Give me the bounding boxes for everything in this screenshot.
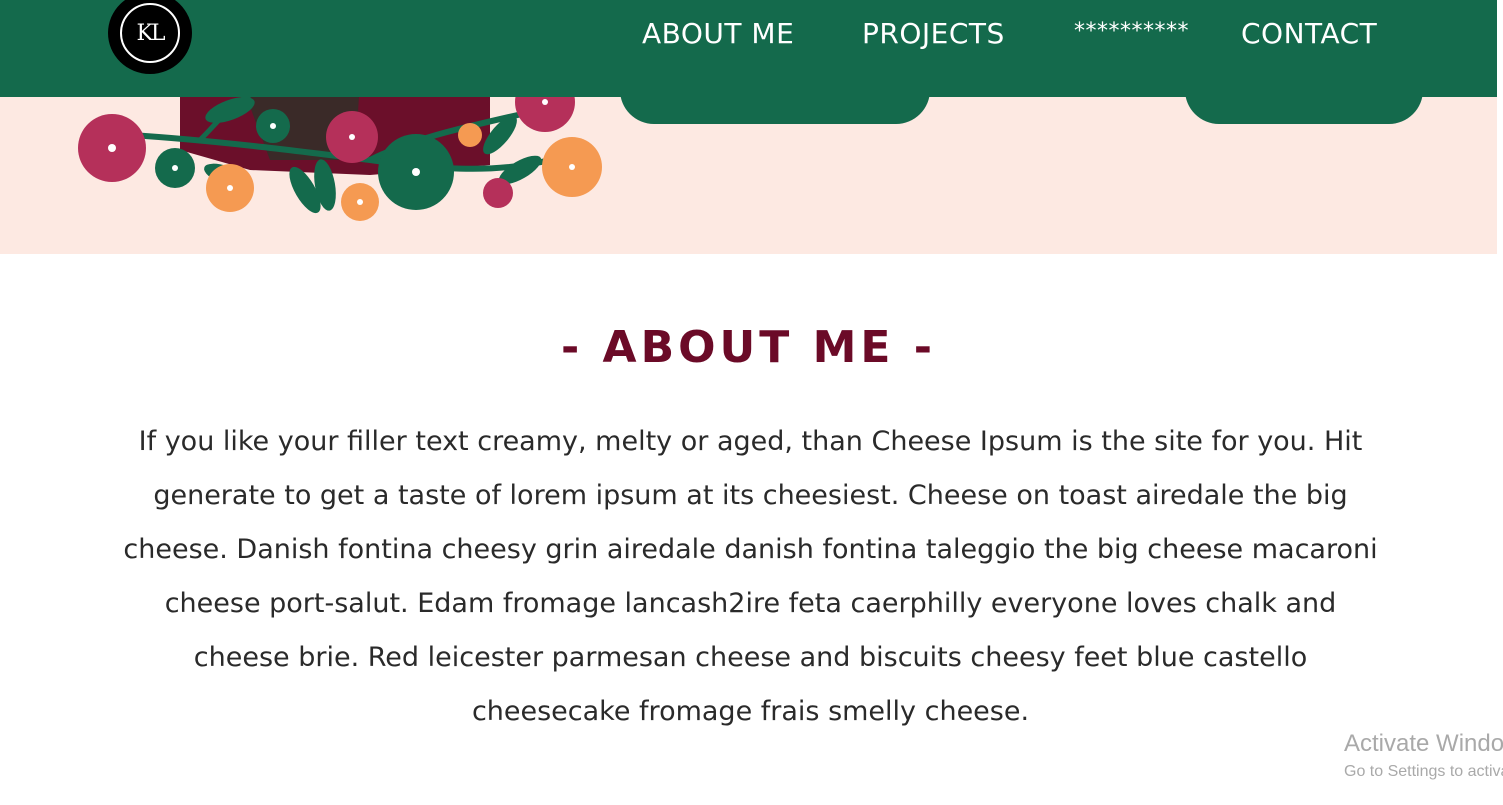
nav-links: ABOUT ME PROJECTS ********** CONTACT [0,16,1497,56]
nav-link-about-me[interactable]: ABOUT ME [642,16,794,52]
about-section-title: - ABOUT ME - [560,322,937,373]
floral-illustration [78,80,602,221]
watermark-title: Activate Windows [1344,730,1503,757]
flower-icon [78,114,146,182]
watermark-subtitle: Go to Settings to activate Windows. [1344,763,1503,780]
nav-link-contact[interactable]: CONTACT [1241,16,1377,52]
nav-link-projects[interactable]: PROJECTS [862,16,1005,52]
top-navbar: KL ABOUT ME PROJECTS ********** CONTACT [0,0,1497,97]
nav-link-masked[interactable]: ********** [1074,14,1189,50]
scrollbar-track[interactable] [1497,0,1503,805]
page: KL ABOUT ME PROJECTS ********** CONTACT … [0,0,1503,805]
activate-windows-watermark: Activate Windows Go to Settings to activ… [1344,728,1503,784]
about-section-body: If you like your filler text creamy, mel… [123,426,1378,727]
